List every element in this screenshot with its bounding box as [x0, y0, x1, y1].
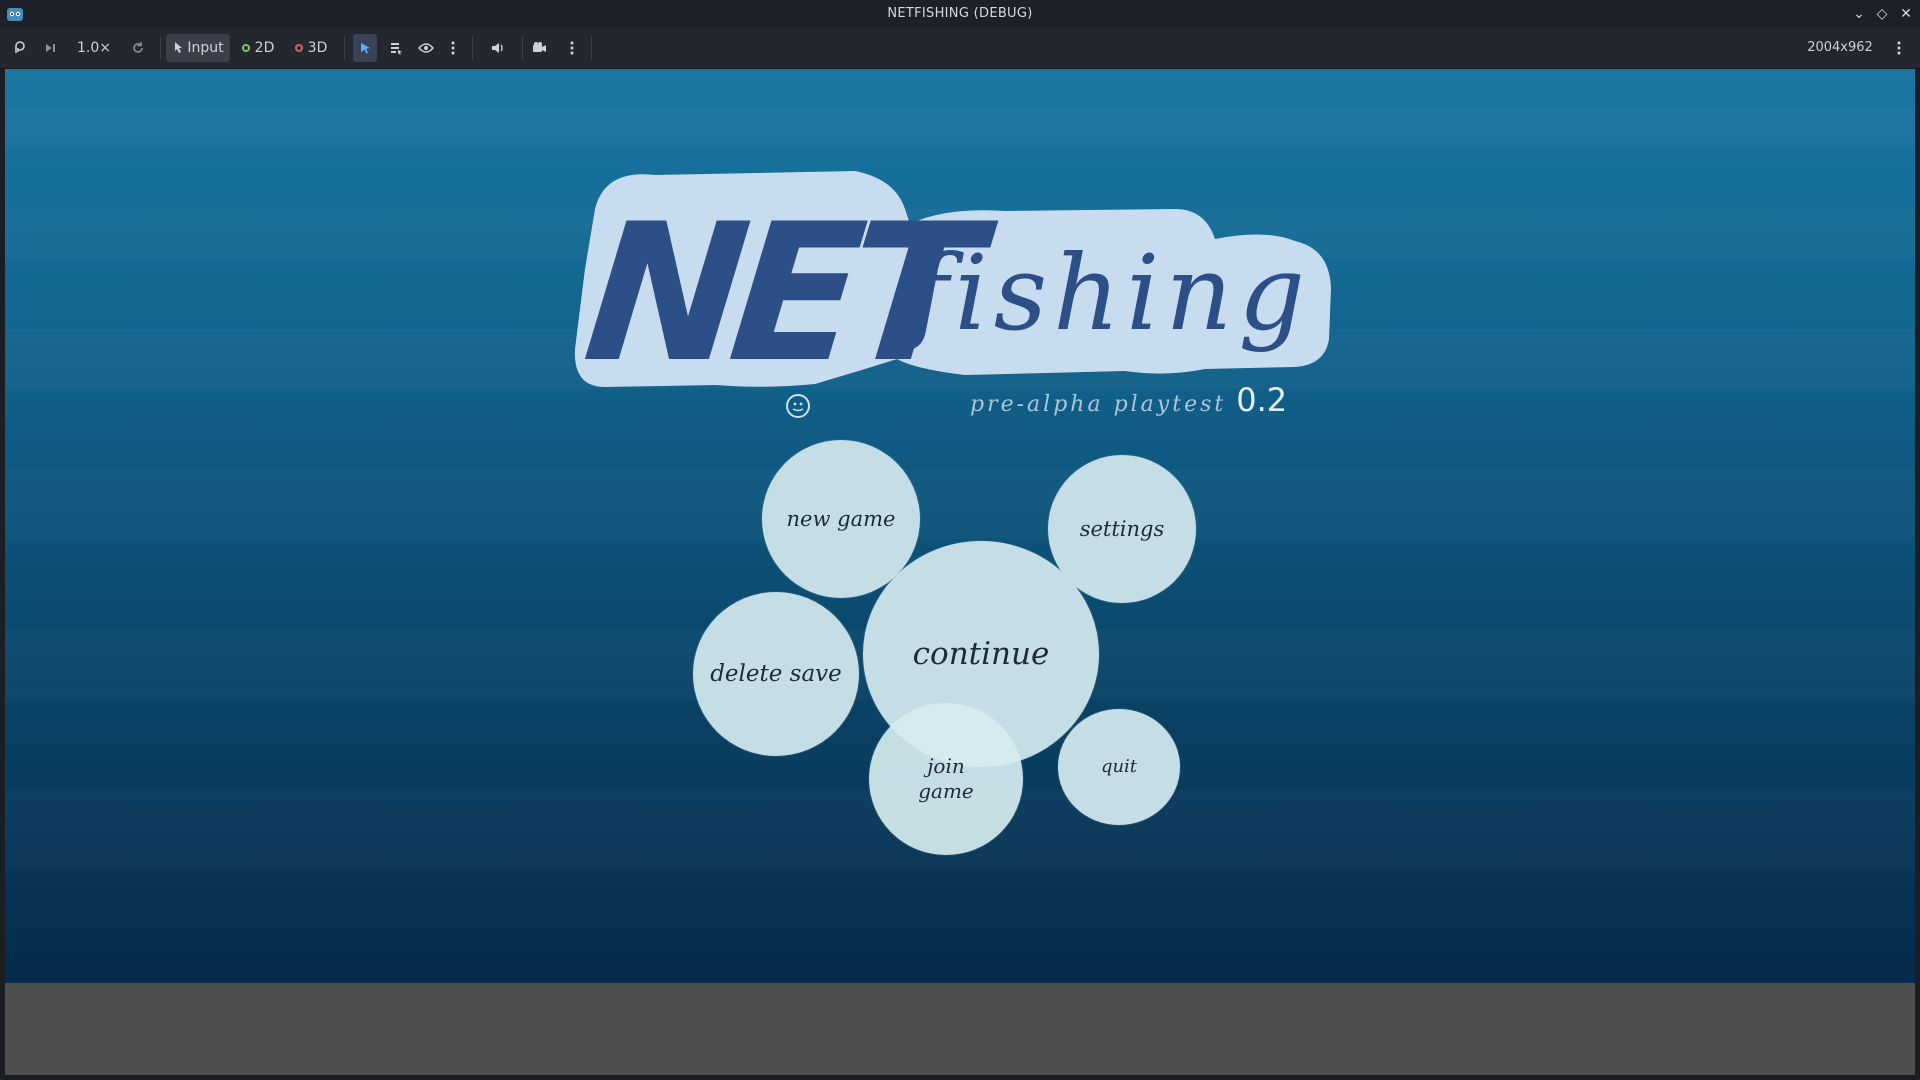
mode-3d-label: 3D	[307, 40, 328, 56]
select-tool-icon[interactable]	[353, 34, 377, 62]
quit-button[interactable]: quit	[1058, 709, 1180, 825]
3d-icon	[294, 44, 303, 52]
list-select-icon[interactable]	[384, 34, 408, 62]
reset-speed-icon[interactable]	[126, 34, 150, 62]
version-subtitle: pre-alpha playtest 0.2	[970, 381, 1470, 419]
input-mode-label: Input	[187, 40, 224, 56]
window-options-icon[interactable]	[1892, 34, 1906, 62]
water-band	[5, 109, 1915, 149]
close-icon[interactable]: ✕	[1896, 4, 1916, 24]
join-game-button[interactable]: join game	[869, 703, 1023, 855]
window-title: NETFISHING (DEBUG)	[887, 6, 1033, 21]
game-viewport[interactable]: NET fishing pre-alpha playtest 0.2 new g…	[5, 69, 1915, 983]
mode-2d-button[interactable]: 2D	[236, 34, 280, 62]
resolution-readout: 2004x962	[1807, 40, 1873, 55]
join-game-label: join game	[918, 754, 974, 803]
2d-icon	[241, 44, 250, 52]
minimize-icon[interactable]: ⌄	[1849, 4, 1869, 24]
debug-toolbar: 1.0× Input 2D 3D 2004x962	[0, 28, 1920, 69]
bottom-letterbox-panel	[5, 983, 1915, 1075]
delete-save-label: delete save	[710, 660, 842, 687]
input-mode-button[interactable]: Input	[166, 34, 230, 62]
quit-label: quit	[1100, 755, 1138, 777]
continue-label: continue	[912, 635, 1050, 672]
toolbar-separator	[522, 36, 523, 60]
mode-2d-label: 2D	[254, 40, 275, 56]
subtitle-text: pre-alpha playtest	[970, 392, 1227, 417]
logo-fishing-text: fishing	[903, 232, 1311, 354]
audio-mute-icon[interactable]	[486, 34, 510, 62]
toolbar-separator	[591, 36, 592, 60]
suspend-icon[interactable]	[8, 34, 32, 62]
camera-override-icon[interactable]	[528, 34, 552, 62]
new-game-label: new game	[786, 506, 896, 531]
mode-3d-button[interactable]: 3D	[288, 34, 334, 62]
water-band	[5, 469, 1915, 539]
maximize-icon[interactable]: ◇	[1872, 4, 1892, 24]
toolbar-separator	[344, 36, 345, 60]
speed-selector[interactable]: 1.0×	[72, 34, 116, 62]
settings-label: settings	[1079, 516, 1165, 541]
smiley-face-icon	[786, 394, 810, 418]
visibility-eye-icon[interactable]	[414, 34, 438, 62]
toolbar-separator	[472, 36, 473, 60]
pointer-icon	[175, 42, 183, 53]
version-number: 0.2	[1236, 381, 1288, 419]
toolbar-separator	[160, 36, 161, 60]
next-frame-icon[interactable]	[38, 34, 62, 62]
more-options-icon[interactable]	[446, 34, 460, 62]
delete-save-button[interactable]: delete save	[693, 592, 859, 756]
window-titlebar: NETFISHING (DEBUG) ⌄ ◇ ✕	[0, 0, 1920, 28]
camera-options-icon[interactable]	[565, 34, 579, 62]
